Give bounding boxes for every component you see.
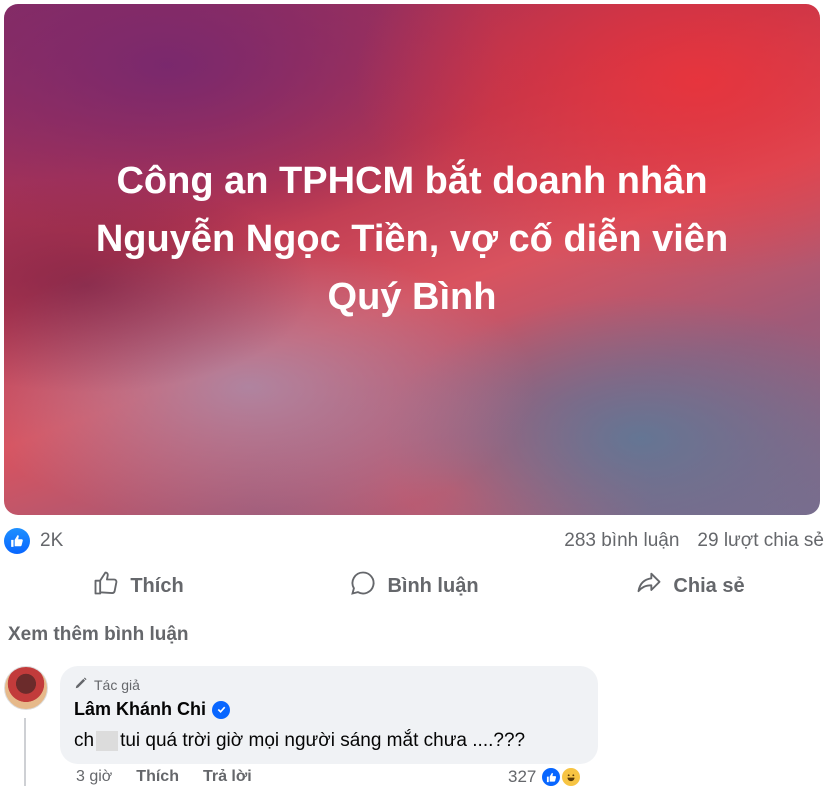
author-badge: Tác giả <box>74 676 584 693</box>
thumbs-up-icon <box>92 569 120 603</box>
comment-reply-link[interactable]: Trả lời <box>203 768 252 786</box>
post-page: Công an TPHCM bắt doanh nhân Nguyễn Ngọc… <box>0 0 828 786</box>
verified-badge-icon <box>212 700 231 719</box>
comment-author-name[interactable]: Lâm Khánh Chi <box>74 699 206 720</box>
comment-reaction-count: 327 <box>508 767 537 786</box>
post-line-2: Nguyễn Ngọc Tiền, vợ cố diễn viên <box>95 218 729 260</box>
comment-reactions[interactable]: 327 <box>508 766 583 786</box>
like-reaction-icon[interactable] <box>4 528 30 554</box>
reaction-summary: 2K 283 bình luận 29 lượt chia sẻ <box>4 526 824 556</box>
post-stats: 283 bình luận 29 lượt chia sẻ <box>564 530 824 552</box>
like-button[interactable]: Thích <box>0 566 276 606</box>
comment-time: 3 giờ <box>76 768 113 785</box>
post-line-3: Quý Bình <box>327 276 497 318</box>
haha-reaction-icon <box>560 766 583 786</box>
share-button-label: Chia sẻ <box>673 574 745 597</box>
reaction-count[interactable]: 2K <box>40 530 63 552</box>
comment-bubble-icon <box>349 569 377 603</box>
comment-text: ch tui quá trời giờ mọi người sáng mắt c… <box>74 730 584 752</box>
comment-text-start: ch <box>74 730 95 751</box>
comment-like-link[interactable]: Thích <box>136 768 179 786</box>
comment-button-label: Bình luận <box>387 574 479 597</box>
pencil-icon <box>74 676 88 693</box>
comment-count[interactable]: 283 bình luận <box>564 530 679 552</box>
avatar[interactable] <box>4 666 48 710</box>
view-more-comments-link[interactable]: Xem thêm bình luận <box>8 624 189 646</box>
share-count[interactable]: 29 lượt chia sẻ <box>697 530 824 552</box>
comment-text-end: tui quá trời giờ mọi người sáng mắt chưa… <box>120 730 526 751</box>
post-line-1: Công an TPHCM bắt doanh nhân <box>116 160 708 202</box>
comment-author: Lâm Khánh Chi <box>74 699 584 720</box>
like-reaction-icon <box>540 766 563 786</box>
comment-bubble: Tác giả Lâm Khánh Chi ch tui quá trời gi… <box>60 666 598 764</box>
share-arrow-icon <box>635 569 663 603</box>
author-badge-label: Tác giả <box>94 676 140 693</box>
post-actions: Thích Bình luận Chia sẻ <box>0 566 828 606</box>
comment-button[interactable]: Bình luận <box>276 566 552 606</box>
share-button[interactable]: Chia sẻ <box>552 566 828 606</box>
like-button-label: Thích <box>130 574 184 597</box>
comment-meta: 3 giờ Thích Trả lời <box>76 768 252 786</box>
post-text: Công an TPHCM bắt doanh nhân Nguyễn Ngọc… <box>44 152 780 326</box>
redacted-block <box>96 731 119 751</box>
post-background-card[interactable]: Công an TPHCM bắt doanh nhân Nguyễn Ngọc… <box>4 4 820 515</box>
thread-line <box>24 718 26 786</box>
